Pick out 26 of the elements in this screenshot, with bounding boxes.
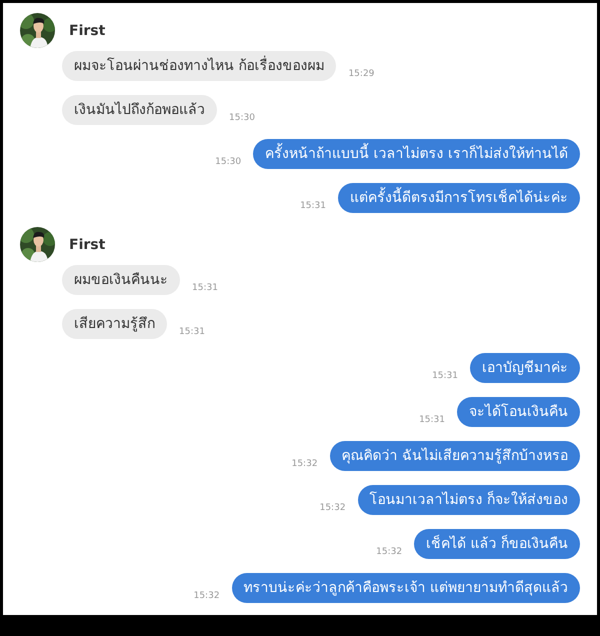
sent-message: ครั้งหน้าถ้าแบบนี้ เวลาไม่ตรง เราก็ไม่ส่งให้ท่านได้	[253, 139, 580, 169]
sent-message: คุณคิดว่า ฉันไม่เสียความรู้สึกบ้างหรอ	[330, 441, 580, 471]
received-message: ผมขอเงินคืนนะ	[62, 265, 180, 295]
message-time: 15:32	[292, 459, 318, 469]
sent-message: เอาบัญชีมาค่ะ	[470, 353, 580, 383]
sent-message: ทราบน่ะค่ะว่าลูกค้าคือพระเจ้า แต่พยายามทำดีสุดแล้ว	[232, 573, 580, 603]
message-time: 15:31	[432, 371, 458, 381]
sent-message: โอนมาเวลาไม่ตรง ก็จะให้ส่งของ	[358, 485, 580, 515]
message-time: 15:31	[192, 283, 218, 293]
message-time: 15:29	[348, 69, 374, 79]
sent-message: แต่ครั้งนี้ดีตรงมีการโทรเช็คได้น่ะค่ะ	[338, 183, 580, 213]
message-time: 15:31	[300, 201, 326, 211]
received-message: เงินมันไปถึงก้อพอแล้ว	[62, 95, 217, 125]
message-time: 15:30	[229, 113, 255, 123]
message-time: 15:30	[215, 157, 242, 167]
message-time: 15:32	[376, 547, 402, 557]
sent-message: จะได้โอนเงินคืน	[457, 397, 580, 427]
sender-name: First	[69, 22, 106, 38]
message-time: 15:31	[419, 415, 445, 425]
message-time: 15:31	[179, 327, 205, 337]
received-message: เสียความรู้สึก	[62, 309, 167, 339]
message-time: 15:32	[320, 503, 346, 513]
sender-name: First	[69, 236, 106, 252]
message-time: 15:32	[194, 591, 220, 601]
sent-message: เช็คได้ แล้ว ก็ขอเงินคืน	[414, 529, 580, 559]
received-message: ผมจะโอนผ่านช่องทางไหน ก้อเรื่องของผม	[62, 51, 336, 81]
